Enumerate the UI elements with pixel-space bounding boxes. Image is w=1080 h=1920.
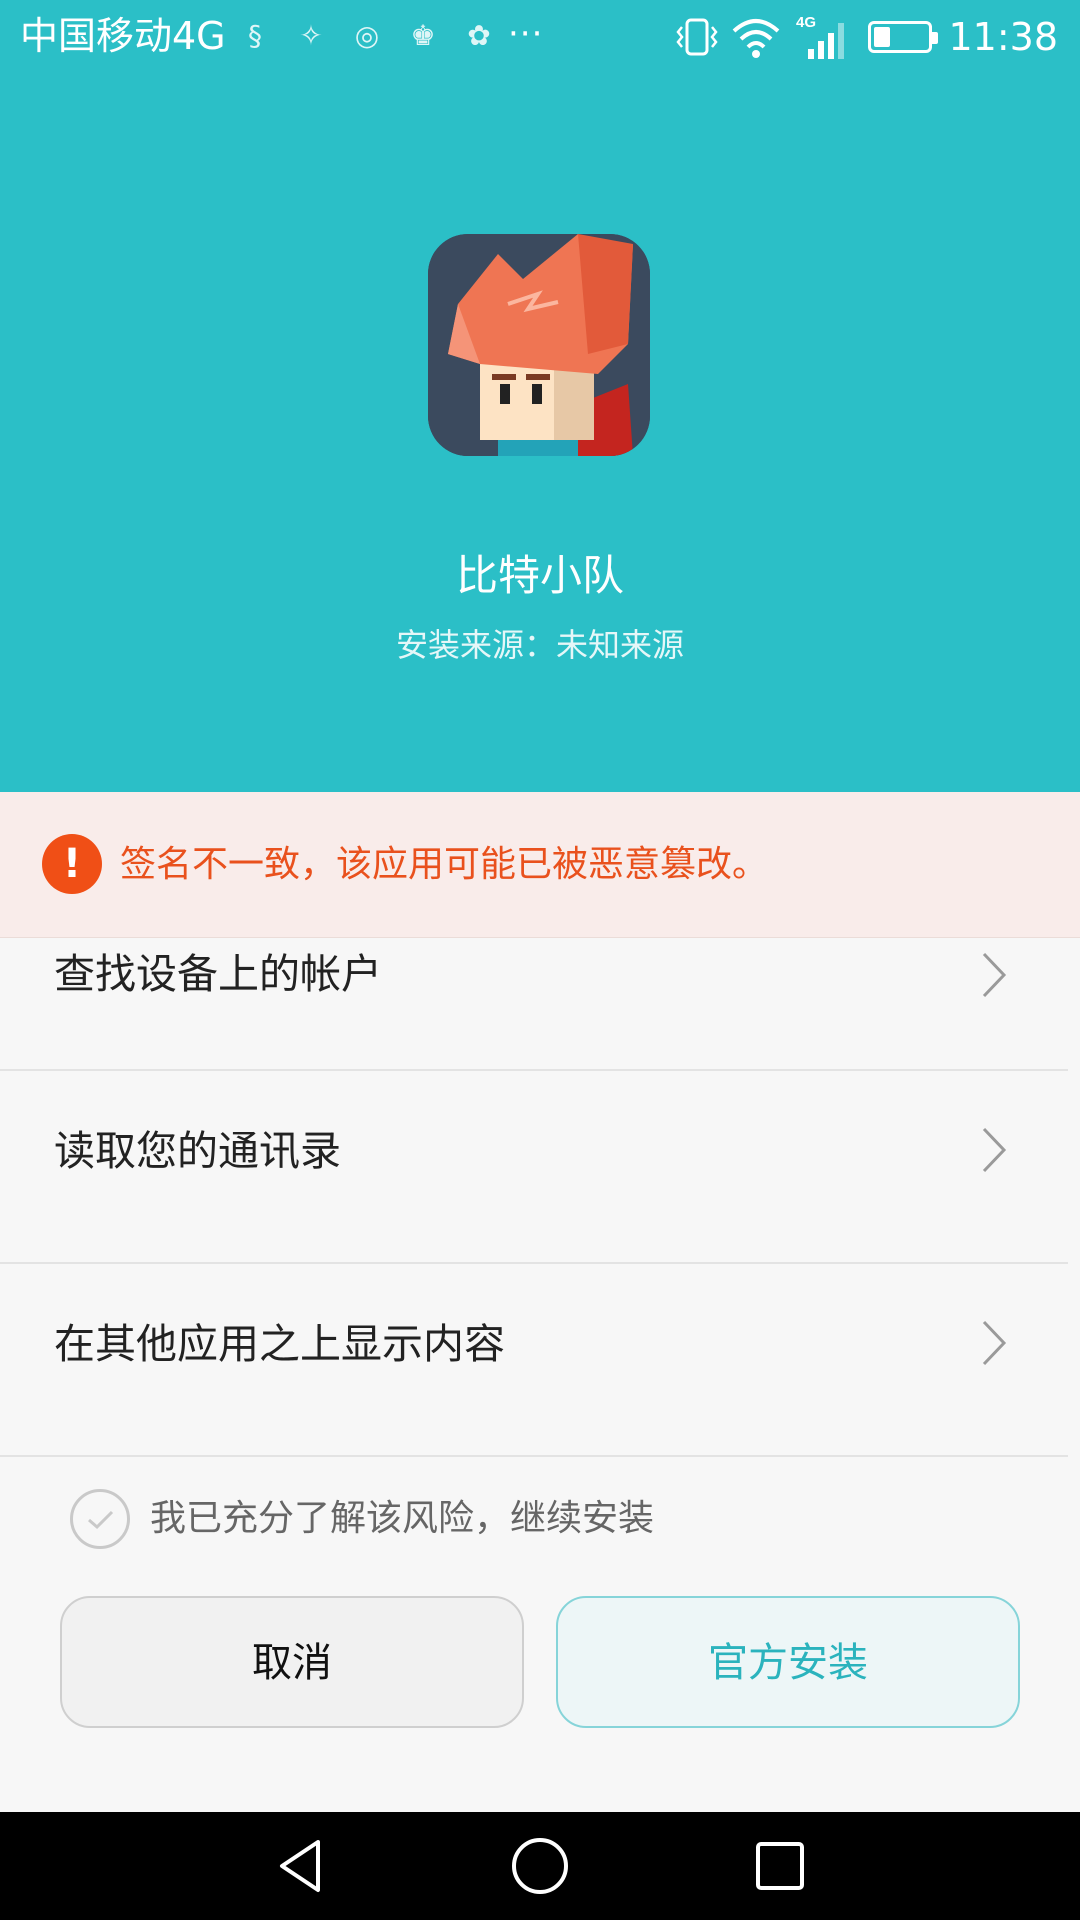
wifi-icon — [730, 15, 782, 59]
more-notifications-indicator: ··· — [508, 14, 544, 54]
permission-item-draw-over-apps[interactable]: 在其他应用之上显示内容 — [0, 1264, 1068, 1457]
chevron-right-icon — [982, 952, 1007, 998]
signal-icon: 4G — [794, 13, 846, 61]
notification-icon-2: ✧ — [299, 19, 323, 52]
cancel-button[interactable]: 取消 — [60, 1596, 524, 1728]
risk-confirm-row[interactable]: 我已充分了解该风险，继续安装 — [70, 1488, 654, 1550]
warning-icon: ! — [42, 834, 102, 894]
status-right-group: 4G 11:38 — [664, 10, 1058, 64]
permission-label: 在其他应用之上显示内容 — [54, 1320, 505, 1368]
install-source: 安装来源：未知来源 — [395, 626, 684, 664]
network-type-label: 4G — [796, 14, 816, 31]
permission-label: 查找设备上的帐户 — [54, 950, 382, 998]
notification-icon-1: § — [248, 19, 262, 52]
status-time: 11:38 — [948, 15, 1058, 59]
notification-icon-5: ✿ — [467, 19, 491, 52]
back-icon[interactable] — [270, 1836, 330, 1896]
chevron-right-icon — [982, 1320, 1007, 1366]
app-header: 中国移动4G § ✧ ◎ ♚ ✿ ··· 4G 11:38 比特小队 安装来源：… — [0, 0, 1080, 792]
risk-confirm-checkbox[interactable] — [70, 1489, 130, 1549]
permission-label: 读取您的通讯录 — [54, 1127, 341, 1175]
battery-icon — [868, 21, 939, 53]
risk-confirm-label: 我已充分了解该风险，继续安装 — [150, 1498, 655, 1539]
navigation-bar — [0, 1812, 1080, 1920]
warning-text: 签名不一致，该应用可能已被恶意篡改。 — [120, 844, 769, 885]
notification-icons: § ✧ ◎ ♚ ✿ — [238, 16, 496, 56]
app-icon — [428, 234, 650, 456]
check-icon — [88, 1510, 114, 1530]
status-bar: 中国移动4G § ✧ ◎ ♚ ✿ ··· 4G 11:38 — [0, 0, 1080, 74]
notification-icon-4: ♚ — [410, 19, 436, 52]
chevron-right-icon — [982, 1127, 1007, 1173]
vibrate-icon — [676, 15, 719, 59]
carrier-label: 中国移动4G — [20, 14, 226, 58]
app-name: 比特小队 — [455, 551, 624, 600]
official-install-button[interactable]: 官方安装 — [556, 1596, 1020, 1728]
permission-list: 查找设备上的帐户 读取您的通讯录 在其他应用之上显示内容 — [0, 938, 1068, 1457]
recents-icon[interactable] — [750, 1836, 810, 1896]
permission-item-read-contacts[interactable]: 读取您的通讯录 — [0, 1071, 1068, 1264]
notification-icon-3: ◎ — [354, 19, 380, 52]
permission-item-find-accounts[interactable]: 查找设备上的帐户 — [0, 938, 1068, 1071]
home-icon[interactable] — [510, 1836, 570, 1896]
